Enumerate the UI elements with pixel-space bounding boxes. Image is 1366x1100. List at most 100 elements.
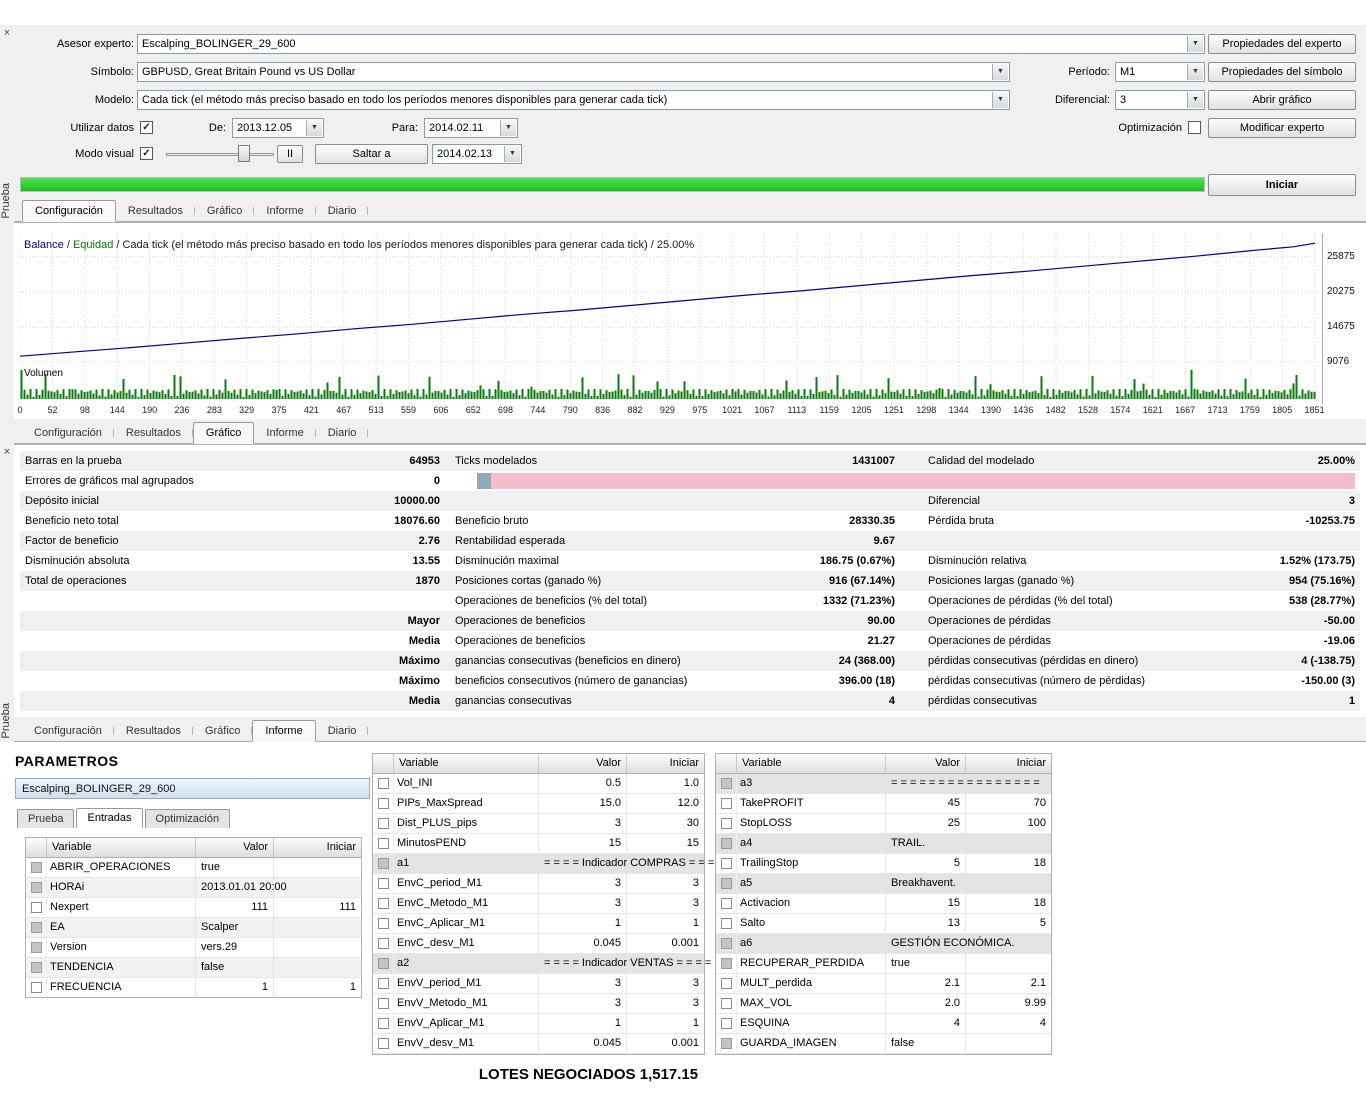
param-start-value[interactable]: 18 xyxy=(965,854,1051,873)
param-value[interactable]: = = = = Indicador COMPRAS = = = xyxy=(538,854,626,873)
modify-expert-button[interactable]: Modificar experto xyxy=(1208,118,1356,138)
visual-speed-slider[interactable] xyxy=(166,144,274,164)
param-value[interactable]: TRAIL. xyxy=(885,834,965,853)
optimize-checkbox[interactable] xyxy=(721,858,732,869)
optimize-checkbox[interactable] xyxy=(721,838,732,849)
param-value[interactable]: false xyxy=(885,1034,965,1053)
param-start-value[interactable]: 15 xyxy=(626,834,704,853)
param-start-value[interactable]: 2.1 xyxy=(965,974,1051,993)
tab-entradas[interactable]: Entradas xyxy=(76,808,142,828)
start-button[interactable]: Iniciar xyxy=(1208,174,1356,196)
param-start-value[interactable] xyxy=(273,958,361,977)
optimize-checkbox[interactable] xyxy=(31,962,42,973)
optimize-checkbox[interactable] xyxy=(378,978,389,989)
tab-resultados[interactable]: Resultados xyxy=(116,201,195,221)
optimize-checkbox[interactable] xyxy=(31,942,42,953)
param-value[interactable]: vers.29 xyxy=(195,938,273,957)
optimize-checkbox[interactable] xyxy=(378,778,389,789)
param-value[interactable]: 2.0 xyxy=(885,994,965,1013)
optimize-checkbox[interactable] xyxy=(721,978,732,989)
optimize-checkbox[interactable] xyxy=(378,898,389,909)
optimize-checkbox[interactable] xyxy=(378,838,389,849)
optimize-checkbox[interactable] xyxy=(721,918,732,929)
optimize-checkbox[interactable] xyxy=(378,878,389,889)
param-start-value[interactable] xyxy=(965,874,1051,893)
param-start-value[interactable]: 0.001 xyxy=(626,1034,704,1053)
param-start-value[interactable]: 1 xyxy=(626,1014,704,1033)
param-start-value[interactable]: 18 xyxy=(965,894,1051,913)
param-value[interactable]: GESTIÓN ECONÓMICA. xyxy=(885,934,965,953)
optimize-checkbox[interactable] xyxy=(31,922,42,933)
param-start-value[interactable]: 9.99 xyxy=(965,994,1051,1013)
open-chart-button[interactable]: Abrir gráfico xyxy=(1208,90,1356,110)
optimize-checkbox[interactable] xyxy=(721,778,732,789)
optimize-checkbox[interactable] xyxy=(378,1018,389,1029)
close-icon[interactable]: × xyxy=(1,447,13,459)
param-value[interactable]: 5 xyxy=(885,854,965,873)
param-value[interactable]: 1 xyxy=(195,978,273,997)
param-start-value[interactable] xyxy=(965,954,1051,973)
param-value[interactable]: false xyxy=(195,958,273,977)
pause-button[interactable]: II xyxy=(277,145,303,163)
param-start-value[interactable]: 5 xyxy=(965,914,1051,933)
param-start-value[interactable]: 3 xyxy=(626,894,704,913)
param-value[interactable]: 3 xyxy=(538,994,626,1013)
param-start-value[interactable] xyxy=(273,858,361,877)
optimize-checkbox[interactable] xyxy=(378,998,389,1009)
param-value[interactable]: 1 xyxy=(538,914,626,933)
skip-to-button[interactable]: Saltar a xyxy=(315,144,428,164)
optimize-checkbox[interactable] xyxy=(31,902,42,913)
tab-grafico[interactable]: Gráfico xyxy=(195,201,254,221)
tab-configuracion[interactable]: Configuración xyxy=(22,200,116,222)
optimize-checkbox[interactable] xyxy=(378,1038,389,1049)
param-value[interactable]: 25 xyxy=(885,814,965,833)
tab-informe[interactable]: Informe xyxy=(254,201,315,221)
tab-grafico[interactable]: Gráfico xyxy=(193,422,254,444)
param-start-value[interactable]: 3 xyxy=(626,874,704,893)
param-value[interactable]: = = = = Indicador VENTAS = = = = xyxy=(538,954,626,973)
param-value[interactable]: 15 xyxy=(538,834,626,853)
param-start-value[interactable] xyxy=(965,1034,1051,1053)
param-start-value[interactable]: 1 xyxy=(273,978,361,997)
optimize-checkbox[interactable] xyxy=(721,898,732,909)
optimize-checkbox[interactable] xyxy=(378,798,389,809)
param-value[interactable]: 45 xyxy=(885,794,965,813)
param-start-value[interactable]: 0.001 xyxy=(626,934,704,953)
tab-diario[interactable]: Diario xyxy=(316,423,369,443)
optimize-checkbox[interactable] xyxy=(378,858,389,869)
tab-optimizacion[interactable]: Optimización xyxy=(145,809,231,828)
tab-diario[interactable]: Diario xyxy=(316,721,369,741)
param-start-value[interactable]: 12.0 xyxy=(626,794,704,813)
optimize-checkbox[interactable] xyxy=(721,938,732,949)
tab-informe[interactable]: Informe xyxy=(252,720,315,742)
param-start-value[interactable]: 3 xyxy=(626,974,704,993)
param-start-value[interactable] xyxy=(273,938,361,957)
tab-informe[interactable]: Informe xyxy=(254,423,315,443)
param-start-value[interactable]: 3 xyxy=(626,994,704,1013)
optimize-checkbox[interactable] xyxy=(31,882,42,893)
close-icon[interactable]: × xyxy=(1,28,13,40)
use-dates-checkbox[interactable]: ✓ xyxy=(140,121,153,134)
param-value[interactable]: 111 xyxy=(195,898,273,917)
optimize-checkbox[interactable] xyxy=(31,982,42,993)
param-value[interactable]: Breakhavent. xyxy=(885,874,965,893)
period-combobox[interactable]: M1 ▼ xyxy=(1115,62,1205,82)
optimize-checkbox[interactable] xyxy=(378,918,389,929)
tab-configuracion[interactable]: Configuración xyxy=(22,423,114,443)
symbol-combobox[interactable]: GBPUSD, Great Britain Pound vs US Dollar… xyxy=(137,62,1010,82)
param-value[interactable]: true xyxy=(885,954,965,973)
param-value[interactable]: 2.1 xyxy=(885,974,965,993)
skip-to-date-combobox[interactable]: 2014.02.13 ▼ xyxy=(432,144,522,164)
optimize-checkbox[interactable] xyxy=(378,818,389,829)
param-value[interactable]: 1 xyxy=(538,1014,626,1033)
param-value[interactable]: 0.5 xyxy=(538,774,626,793)
param-value[interactable]: Scalper xyxy=(195,918,273,937)
param-value[interactable]: = = = = = = = = = = = = = = = = xyxy=(885,774,965,793)
symbol-properties-button[interactable]: Propiedades del símbolo xyxy=(1208,62,1356,82)
model-combobox[interactable]: Cada tick (el método más preciso basado … xyxy=(137,90,1010,110)
optimize-checkbox[interactable] xyxy=(721,798,732,809)
spread-combobox[interactable]: 3 ▼ xyxy=(1115,90,1205,110)
tab-diario[interactable]: Diario xyxy=(316,201,369,221)
date-from-combobox[interactable]: 2013.12.05 ▼ xyxy=(232,118,324,138)
param-value[interactable]: 15 xyxy=(885,894,965,913)
